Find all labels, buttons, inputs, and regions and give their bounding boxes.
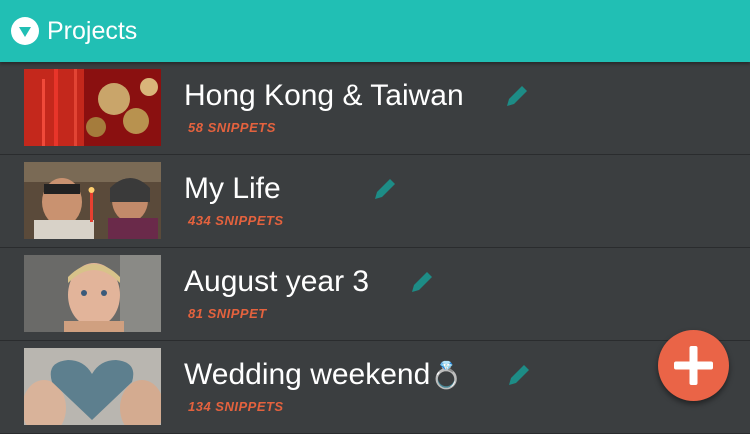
- snippet-count: 81 SNIPPET: [188, 306, 267, 321]
- add-project-button[interactable]: [658, 330, 729, 401]
- snippet-count: 434 SNIPPETS: [188, 213, 284, 228]
- project-thumbnail: [24, 162, 161, 239]
- pencil-icon[interactable]: [505, 361, 533, 389]
- project-title: My Life: [184, 172, 281, 205]
- plus-icon: [674, 346, 713, 385]
- project-row[interactable]: Wedding weekend💍 134 SNIPPETS: [0, 341, 750, 434]
- project-row[interactable]: My Life 434 SNIPPETS: [0, 155, 750, 248]
- snippet-count: 58 SNIPPETS: [188, 120, 276, 135]
- project-thumbnail: [24, 69, 161, 146]
- project-title-text: Wedding weekend: [184, 358, 431, 391]
- pencil-icon[interactable]: [371, 175, 399, 203]
- project-row[interactable]: August year 3 81 SNIPPET: [0, 248, 750, 341]
- chevron-down-circle-icon[interactable]: [11, 17, 39, 45]
- pencil-icon[interactable]: [408, 268, 436, 296]
- ring-icon: 💍: [430, 360, 463, 390]
- project-title: Wedding weekend💍: [184, 357, 463, 393]
- page-title: Projects: [47, 17, 138, 45]
- project-thumbnail: [24, 348, 161, 425]
- project-title: August year 3: [184, 265, 370, 298]
- project-list: Hong Kong & Taiwan 58 SNIPPETS My Life 4…: [0, 62, 750, 434]
- project-row[interactable]: Hong Kong & Taiwan 58 SNIPPETS: [0, 62, 750, 155]
- project-thumbnail: [24, 255, 161, 332]
- project-title: Hong Kong & Taiwan: [184, 79, 464, 112]
- pencil-icon[interactable]: [503, 82, 531, 110]
- snippet-count: 134 SNIPPETS: [188, 399, 284, 414]
- app-header: Projects: [0, 0, 750, 62]
